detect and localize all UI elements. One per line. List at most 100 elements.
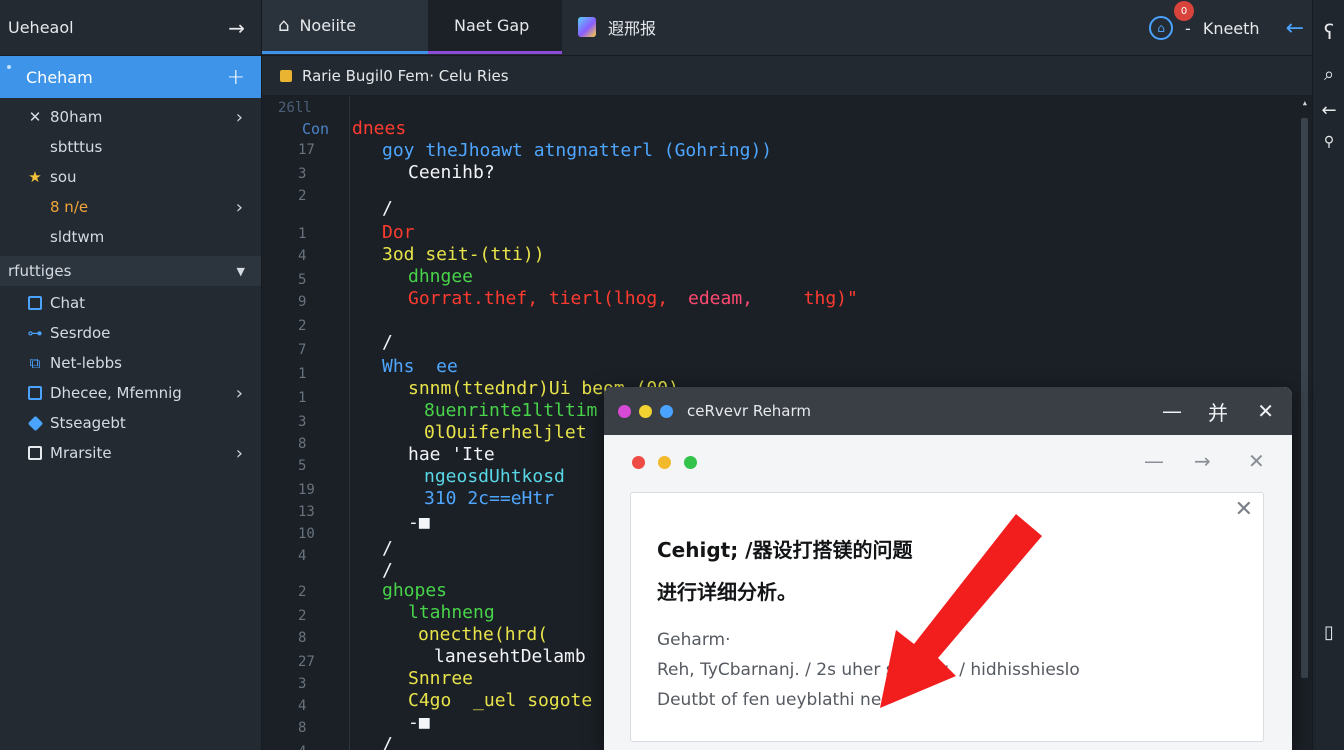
folder-icon [280,69,292,82]
minimize-dot-icon[interactable] [658,456,671,469]
line-number: 4 [298,744,306,750]
chat-icon: ⌂ [278,15,290,36]
inner-titlebar: — → ✕ [604,435,1292,489]
sidebar-item-label: Mrarsite [50,444,112,462]
line-number: 1 [298,366,307,382]
line-number: 5 [298,272,307,288]
line-number: 3 [298,414,307,430]
code-line: -■ [408,512,430,533]
sidebar-item-label: sldtwm [50,228,105,246]
window-icon [24,296,46,310]
line-number: 2 [298,318,307,334]
close-icon[interactable]: ✕ [1248,449,1265,473]
sidebar-item[interactable]: sldtwm [0,222,261,252]
close-dot-icon[interactable] [632,456,645,469]
code-line: ngeosdUhtkosd [424,466,565,487]
sidebar-item[interactable]: Stseagebt [0,408,261,438]
code-line: Whs ee [382,356,458,377]
line-number: 8 [298,720,307,736]
sidebar-item[interactable]: Mrarsite › [0,438,261,468]
sidebar-item[interactable]: ⊶ Sesrdoe [0,318,261,348]
network-icon: ⧉ [29,354,41,372]
code-line: goy theJhoawt atngnatterl (Gohring)) [382,140,773,161]
close-icon[interactable]: ✕ [1257,387,1274,435]
code-line: onecthe(hrd( [418,624,549,645]
maximize-dot-icon[interactable] [684,456,697,469]
sidebar-item-label: Stseagebt [50,414,126,432]
close-icon[interactable]: ✕ [1235,497,1253,522]
panel-icon[interactable]: ▯ [1313,622,1344,643]
gutter-label: Con [302,120,330,138]
pin-icon[interactable]: ʕ [1313,20,1344,44]
top-right-controls: ⌂ - Kneeth ← [1149,0,1304,56]
tab-3[interactable]: 遐邢报 [572,0,732,54]
sidebar-item-label: Chat [50,294,86,312]
sidebar: Ueheaol → Cheham + ✕ 80ham › sbtttus ★ s… [0,0,262,750]
minimize-icon[interactable]: — [1144,449,1164,473]
code-line: edeam, [688,288,754,309]
line-number: 9 [298,294,307,310]
code-line: C4go _uel sogote [408,690,593,711]
chevron-right-icon: › [235,196,243,218]
sidebar-item[interactable]: ⧉ Net-lebbs [0,348,261,378]
sidebar-item[interactable]: 8 n/e › [0,192,261,222]
arrow-right-icon[interactable]: → [228,16,245,40]
arrow-left-icon[interactable]: ← [1286,16,1304,41]
minimize-dot-icon[interactable] [639,404,652,418]
sidebar-item-label: Cheham [26,67,93,87]
maximize-glyph[interactable]: 并 [1208,387,1228,435]
close-dot-icon[interactable] [618,404,631,418]
arrow-left-icon[interactable]: ← [1313,100,1344,121]
maximize-dot-icon[interactable] [660,404,673,418]
sidebar-item-label: 80ham [50,108,103,126]
minimize-icon[interactable]: — [1162,387,1182,435]
line-number: 10 [298,526,315,542]
sidebar-item-label: Sesrdoe [50,324,111,342]
window-icon [24,386,46,400]
code-line: ltahneng [408,602,495,623]
image-icon [24,446,46,460]
code-line: thg)" [782,288,858,309]
code-line: Snnree [408,668,474,689]
code-line: 0lOuiferheljlet [424,422,587,443]
line-gutter: 26ll Con 1732145927113851913104228273484 [262,96,350,750]
arrow-right-icon[interactable]: → [1194,449,1211,473]
tab-2[interactable]: Naet Gap [428,0,562,54]
scroll-up-icon[interactable]: ▲ [1303,99,1307,107]
sidebar-section-header[interactable]: rfuttiges ▼ [0,256,261,286]
pin-icon[interactable]: ⚲ [1313,134,1344,150]
chevron-right-icon: › [235,442,243,464]
tab-1[interactable]: ⌂ Noeiite [262,0,428,54]
breadcrumb-text[interactable]: Rarie Bugil0 Fem· Celu Ries [302,67,509,85]
sidebar-item-active[interactable]: Cheham + [0,56,261,98]
breadcrumb: Rarie Bugil0 Fem· Celu Ries [262,56,1312,96]
chevron-right-icon: › [235,382,243,404]
user-label[interactable]: Kneeth [1203,19,1260,38]
window-titlebar[interactable]: ceRvevr Reharm — 并 ✕ [604,387,1292,435]
tab-label: Noeiite [299,16,357,35]
line-number: 2 [298,608,307,624]
sidebar-item[interactable]: sbtttus [0,132,261,162]
code-line: -■ [408,712,430,733]
code-line: lanesehtDelamb [434,646,586,667]
code-line: / [382,560,393,581]
line-number: 4 [298,248,307,264]
plus-icon[interactable]: + [227,65,245,90]
scrollbar-thumb[interactable] [1301,118,1308,678]
hub-icon[interactable]: ⌂ [1149,16,1174,40]
sidebar-item[interactable]: ★ sou [0,162,261,192]
sidebar-item[interactable]: Dhecee, Mfemnig › [0,378,261,408]
line-number: 3 [298,676,307,692]
sidebar-item-chat[interactable]: Chat [0,288,261,318]
code-line: / [382,734,393,750]
sidebar-item-label: Net-lebbs [50,354,122,372]
right-rail: ʕ ⌕ ← ⚲ ▯ [1312,0,1344,750]
section-title: rfuttiges [8,262,72,280]
line-number: 2 [298,584,307,600]
search-icon[interactable]: ⌕ [1313,64,1344,85]
code-line: / [382,332,393,353]
diamond-icon [24,415,46,431]
chevron-right-icon: › [235,106,243,128]
sidebar-item[interactable]: ✕ 80ham › [0,102,261,132]
tab-bar: ⌂ Noeiite Naet Gap 遐邢报 0 ⌂ - Kneeth ← [262,0,1344,56]
